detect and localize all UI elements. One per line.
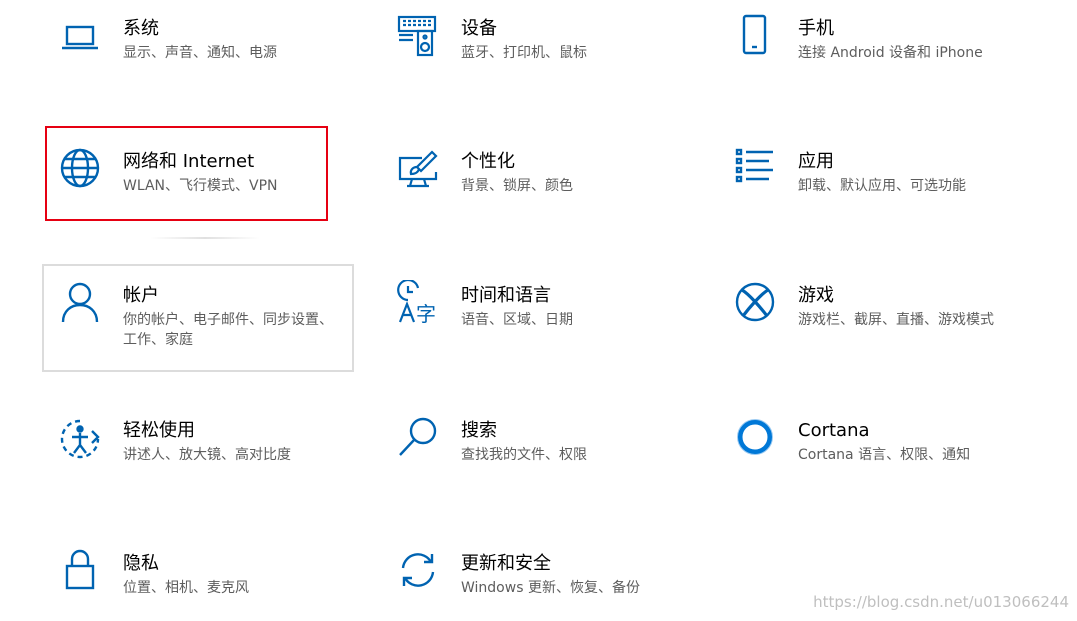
tile-cortana[interactable]: Cortana Cortana 语言、权限、通知 <box>725 407 1055 487</box>
tile-apps[interactable]: 应用 卸载、默认应用、可选功能 <box>725 138 1055 218</box>
highlight-annotation-box <box>45 126 328 221</box>
tile-apps-desc: 卸载、默认应用、可选功能 <box>798 178 966 194</box>
tile-privacy-title: 隐私 <box>123 553 159 574</box>
tile-personalization[interactable]: 个性化 背景、锁屏、颜色 <box>388 138 688 218</box>
tile-gaming-title: 游戏 <box>798 285 834 306</box>
xbox-icon <box>733 280 777 324</box>
tile-privacy[interactable]: 隐私 位置、相机、麦克风 <box>50 540 350 620</box>
tile-phone-title: 手机 <box>798 18 834 39</box>
tile-personalization-title: 个性化 <box>461 151 515 172</box>
tile-update-security[interactable]: 更新和安全 Windows 更新、恢复、备份 <box>388 540 688 620</box>
tile-update-security-title: 更新和安全 <box>461 553 551 574</box>
lock-icon <box>58 548 102 592</box>
tile-system[interactable]: 系统 显示、声音、通知、电源 <box>50 5 350 85</box>
tile-phone-desc: 连接 Android 设备和 iPhone <box>798 45 983 61</box>
tile-cortana-desc: Cortana 语言、权限、通知 <box>798 447 971 463</box>
paint-monitor-icon <box>396 148 440 192</box>
hover-focus-border <box>42 264 354 372</box>
phone-icon <box>733 13 777 57</box>
svg-text:字: 字 <box>416 302 436 324</box>
refresh-icon <box>396 548 440 592</box>
tile-update-security-desc: Windows 更新、恢复、备份 <box>461 580 640 596</box>
cortana-icon <box>733 415 777 459</box>
tile-ease-of-access-title: 轻松使用 <box>123 420 195 441</box>
app-list-icon <box>733 146 777 190</box>
settings-home: 系统 显示、声音、通知、电源 设备 蓝牙、打印机、鼠标 手机 连接 Androi… <box>0 0 1077 621</box>
tile-search[interactable]: 搜索 查找我的文件、权限 <box>388 407 688 487</box>
tile-devices[interactable]: 设备 蓝牙、打印机、鼠标 <box>388 5 688 85</box>
tile-devices-desc: 蓝牙、打印机、鼠标 <box>461 45 587 61</box>
tile-cortana-title: Cortana <box>798 420 870 441</box>
keyboard-speaker-icon <box>396 13 440 57</box>
tile-search-title: 搜索 <box>461 420 497 441</box>
watermark-text: https://blog.csdn.net/u013066244 <box>813 593 1069 611</box>
tile-time-language-title: 时间和语言 <box>461 285 551 306</box>
tile-devices-title: 设备 <box>461 18 497 39</box>
tile-personalization-desc: 背景、锁屏、颜色 <box>461 178 573 194</box>
tile-gaming-desc: 游戏栏、截屏、直播、游戏模式 <box>798 312 994 328</box>
ease-of-access-icon <box>58 417 102 461</box>
tile-phone[interactable]: 手机 连接 Android 设备和 iPhone <box>725 5 1055 85</box>
tile-system-title: 系统 <box>123 18 159 39</box>
tile-system-desc: 显示、声音、通知、电源 <box>123 45 277 61</box>
tile-time-language[interactable]: 字 时间和语言 语音、区域、日期 <box>388 272 688 352</box>
tile-gaming[interactable]: 游戏 游戏栏、截屏、直播、游戏模式 <box>725 272 1055 352</box>
laptop-icon <box>58 15 102 59</box>
tile-privacy-desc: 位置、相机、麦克风 <box>123 580 249 596</box>
tile-ease-of-access-desc: 讲述人、放大镜、高对比度 <box>123 447 291 463</box>
tile-search-desc: 查找我的文件、权限 <box>461 447 587 463</box>
time-language-icon: 字 <box>396 280 440 324</box>
tile-ease-of-access[interactable]: 轻松使用 讲述人、放大镜、高对比度 <box>50 407 350 487</box>
tile-shadow-divider <box>150 237 260 239</box>
tile-apps-title: 应用 <box>798 151 834 172</box>
search-icon <box>396 415 440 459</box>
tile-time-language-desc: 语音、区域、日期 <box>461 312 573 328</box>
